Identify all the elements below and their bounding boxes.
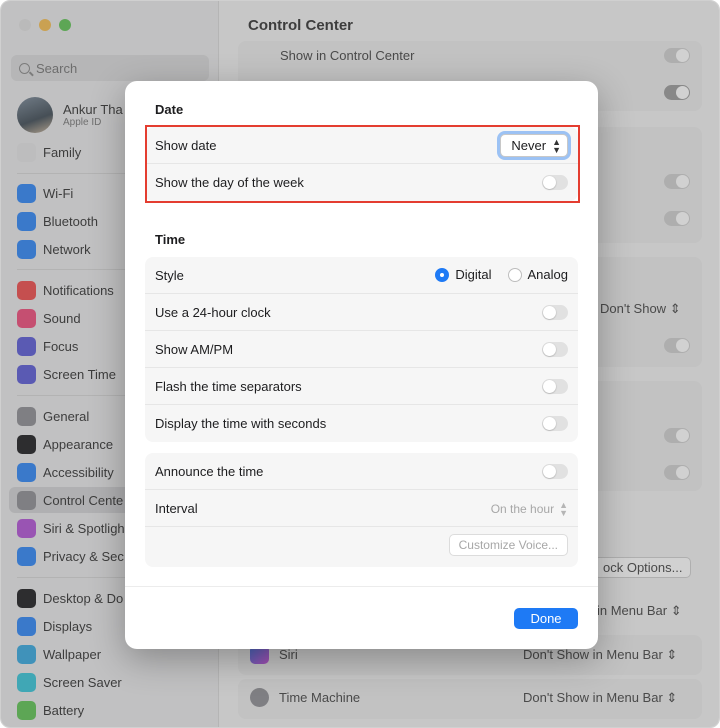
style-radio-analog[interactable]: Analog	[507, 267, 568, 282]
up-down-chevron-icon: ▲ ▼	[552, 136, 561, 155]
show-date-row: Show date Never ▲ ▼	[145, 127, 578, 164]
flash-separators-row: Flash the time separators	[145, 368, 578, 405]
style-radio-digital[interactable]: Digital	[435, 267, 492, 282]
announce-time-label: Announce the time	[155, 464, 264, 479]
interval-label: Interval	[155, 501, 198, 516]
toggle-row-label: Use a 24-hour clock	[155, 305, 271, 320]
style-row: Style Digital Analog	[145, 257, 578, 294]
radio-selected-icon	[435, 267, 450, 282]
style-radio-group: Digital Analog	[435, 267, 568, 282]
interval-popup[interactable]: On the hour ▲ ▼	[490, 500, 568, 518]
done-button[interactable]: Done	[514, 608, 578, 629]
time-section-title: Time	[155, 232, 186, 247]
announce-group: Announce the time Interval On the hour ▲…	[145, 453, 578, 567]
sheet-divider	[125, 586, 598, 587]
radio-label: Digital	[455, 267, 492, 282]
show-am-pm-toggle[interactable]	[542, 342, 568, 357]
toggle-row-label: Display the time with seconds	[155, 416, 327, 431]
customize-voice-row: Customize Voice...	[145, 527, 578, 564]
toggle-row-label: Flash the time separators	[155, 379, 302, 394]
show-am-pm-row: Show AM/PM	[145, 331, 578, 368]
announce-time-toggle[interactable]	[542, 464, 568, 479]
show-date-label: Show date	[155, 138, 217, 153]
date-section-title: Date	[155, 102, 184, 117]
interval-value: On the hour	[490, 502, 555, 516]
style-label: Style	[155, 268, 184, 283]
seconds-toggle[interactable]	[542, 416, 568, 431]
24-hour-clock-toggle[interactable]	[542, 305, 568, 320]
time-group: Style Digital Analog Use a 24-hour clock	[145, 257, 578, 442]
radio-label: Analog	[527, 267, 568, 282]
day-of-week-row: Show the day of the week	[145, 164, 578, 201]
toggle-row-label: Show AM/PM	[155, 342, 234, 357]
day-of-week-label: Show the day of the week	[155, 175, 304, 190]
day-of-week-toggle[interactable]	[542, 175, 568, 190]
customize-voice-button[interactable]: Customize Voice...	[448, 534, 568, 556]
interval-row: Interval On the hour ▲ ▼	[145, 490, 578, 527]
seconds-row: Display the time with seconds	[145, 405, 578, 442]
radio-unselected-icon	[507, 267, 522, 282]
system-settings-window: Ankur Tha Apple ID Family Wi-FiBluetooth…	[0, 0, 720, 728]
clock-options-sheet: Date Show date Never ▲ ▼ Show the day of …	[125, 81, 598, 649]
announce-time-row: Announce the time	[145, 453, 578, 490]
flash-separators-toggle[interactable]	[542, 379, 568, 394]
up-down-chevron-icon: ▲ ▼	[559, 500, 568, 518]
show-date-value: Never	[511, 138, 547, 153]
show-date-popup[interactable]: Never ▲ ▼	[500, 134, 568, 157]
date-group: Show date Never ▲ ▼ Show the day of the w…	[145, 127, 578, 201]
24-hour-clock-row: Use a 24-hour clock	[145, 294, 578, 331]
